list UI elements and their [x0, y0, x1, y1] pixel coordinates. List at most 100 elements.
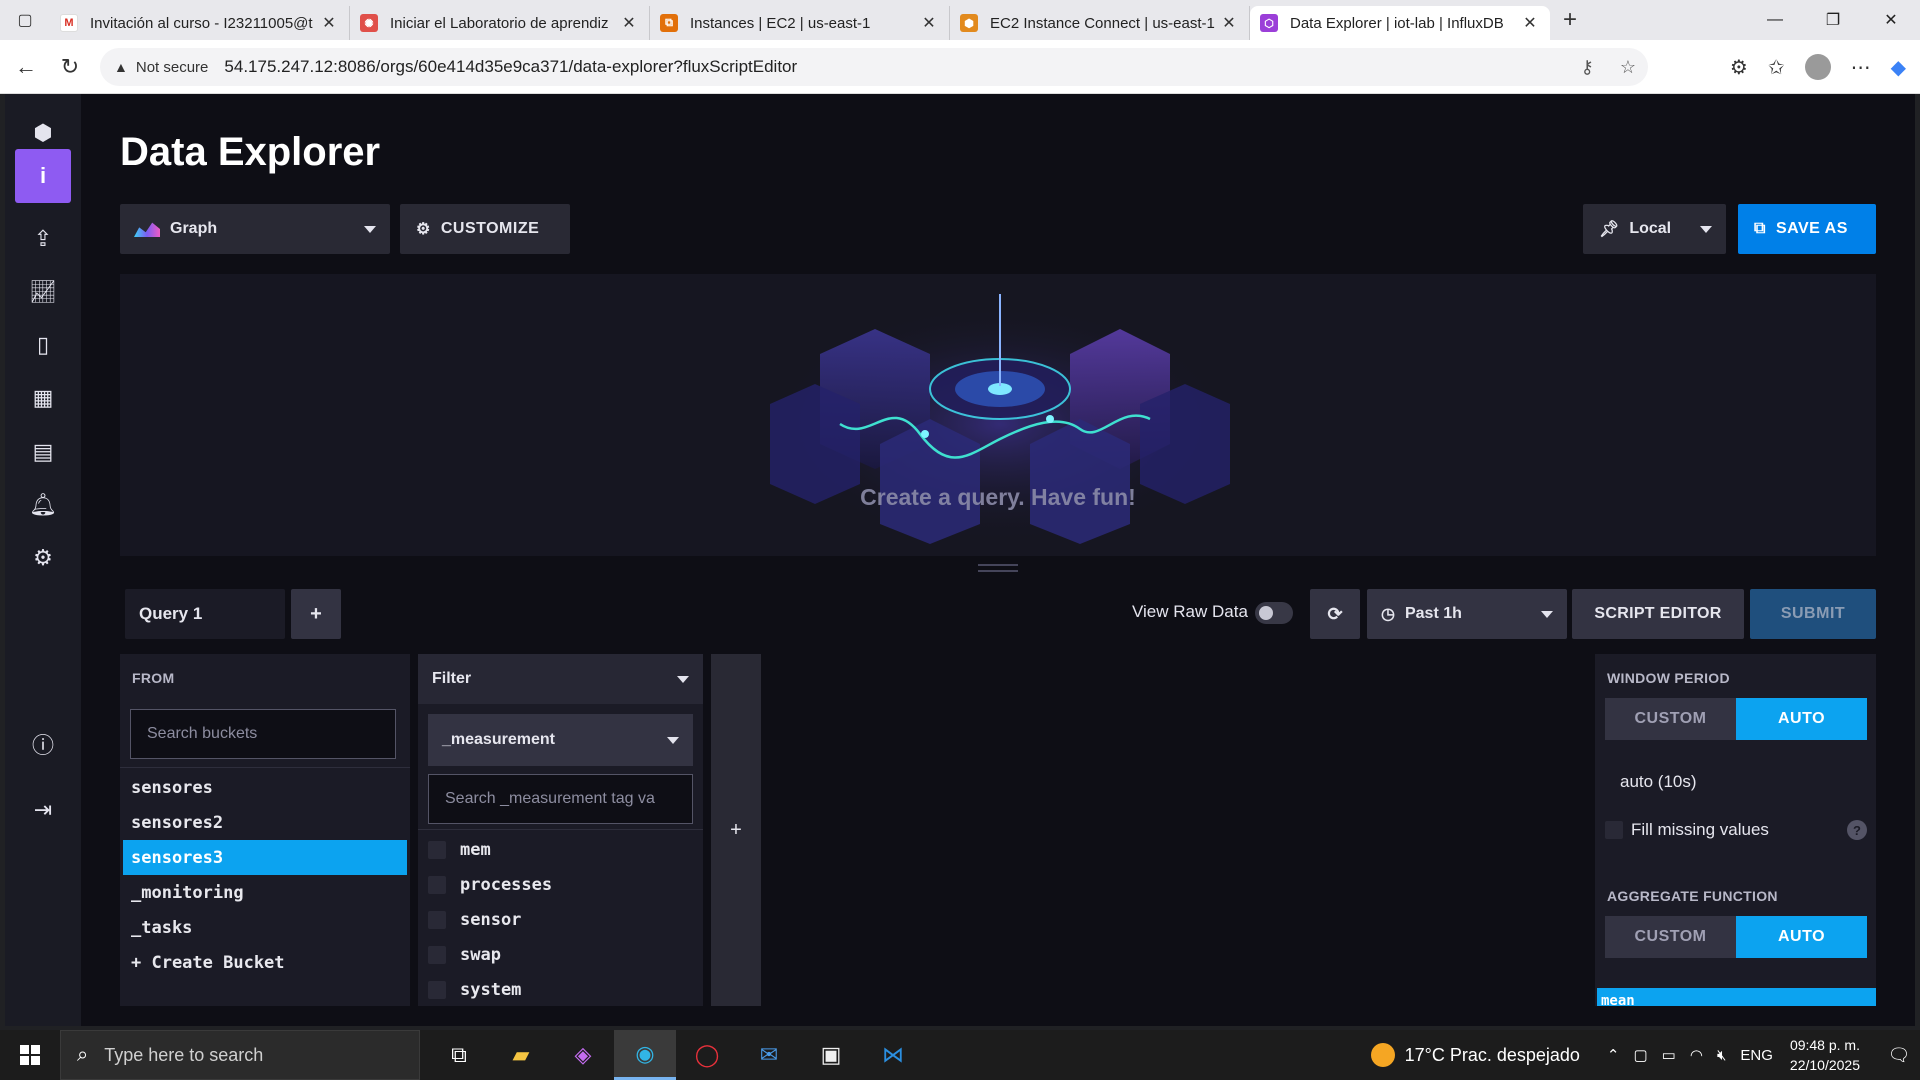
outlook-icon[interactable]: ✉: [738, 1030, 800, 1080]
close-tab-icon[interactable]: ✕: [619, 13, 639, 33]
bucket-item[interactable]: _tasks: [123, 910, 407, 945]
warning-icon[interactable]: ▲: [114, 59, 128, 75]
aggregate-function-item-selected[interactable]: mean: [1597, 988, 1876, 1006]
aggregate-custom-button[interactable]: CUSTOM: [1605, 916, 1736, 958]
browser-tab[interactable]: ⧉ Instances | EC2 | us-east-1 ✕: [650, 6, 950, 40]
checkbox[interactable]: [428, 910, 446, 929]
window-period-custom-button[interactable]: CUSTOM: [1605, 698, 1736, 740]
resize-drag-handle[interactable]: [978, 564, 1018, 572]
bucket-item-selected[interactable]: sensores3: [123, 840, 407, 875]
customize-button[interactable]: ⚙ CUSTOMIZE: [400, 204, 570, 254]
filter-label: Filter: [432, 670, 472, 687]
fill-missing-checkbox[interactable]: [1605, 821, 1623, 839]
aggregate-auto-button[interactable]: AUTO: [1736, 916, 1867, 958]
tasks-calendar-icon[interactable]: ▤: [15, 424, 71, 480]
bucket-item[interactable]: sensores: [123, 770, 407, 805]
bucket-item[interactable]: sensores2: [123, 805, 407, 840]
checkbox[interactable]: [428, 840, 446, 859]
language-indicator[interactable]: ENG: [1740, 1047, 1773, 1064]
tag-value-item[interactable]: system: [418, 972, 703, 1007]
add-filter-button[interactable]: +: [711, 654, 761, 1006]
profile-avatar[interactable]: [1804, 54, 1831, 80]
checkbox[interactable]: [428, 875, 446, 894]
save-as-button[interactable]: ⧉ SAVE AS: [1738, 204, 1876, 254]
maximize-icon[interactable]: ❐: [1804, 0, 1862, 40]
visualization-type-dropdown[interactable]: Graph: [120, 204, 390, 254]
close-tab-icon[interactable]: ✕: [1520, 13, 1540, 33]
url-bar[interactable]: ▲ Not secure 54.175.247.12:8086/orgs/60e…: [100, 48, 1648, 86]
address-bar-row: ← ↻ ▲ Not secure 54.175.247.12:8086/orgs…: [0, 40, 1920, 94]
checkbox[interactable]: [428, 980, 446, 999]
load-data-icon[interactable]: ⇪: [15, 211, 71, 267]
window-period-auto-button[interactable]: AUTO: [1736, 698, 1867, 740]
tag-key-dropdown[interactable]: _measurement: [428, 714, 693, 766]
bucket-item[interactable]: _monitoring: [123, 875, 407, 910]
url-text[interactable]: 54.175.247.12:8086/orgs/60e414d35e9ca371…: [224, 57, 797, 77]
more-menu-icon[interactable]: ⋯: [1851, 55, 1871, 80]
submit-button[interactable]: SUBMIT: [1750, 589, 1876, 639]
view-raw-data-toggle[interactable]: [1255, 602, 1293, 624]
close-tab-icon[interactable]: ✕: [919, 13, 939, 33]
browser-tab[interactable]: ⬢ EC2 Instance Connect | us-east-1 ✕: [950, 6, 1250, 40]
file-explorer-icon[interactable]: ▰: [490, 1030, 552, 1080]
help-question-icon[interactable]: ?: [1847, 820, 1867, 840]
search-buckets-input[interactable]: Search buckets: [130, 709, 396, 759]
create-bucket-link[interactable]: + Create Bucket: [123, 945, 407, 980]
browser-tab[interactable]: M Invitación al curso - I23211005@t ✕: [50, 6, 350, 40]
minimize-icon[interactable]: —: [1746, 0, 1804, 40]
wifi-icon[interactable]: ◠: [1690, 1046, 1703, 1064]
task-view-icon[interactable]: ⧉: [428, 1030, 490, 1080]
favorites-icon[interactable]: ✩: [1768, 55, 1785, 80]
search-tag-values-input[interactable]: Search _measurement tag va: [428, 774, 693, 824]
tag-value-item[interactable]: swap: [418, 937, 703, 972]
fill-missing-row[interactable]: Fill missing values ?: [1605, 818, 1867, 842]
clock[interactable]: 09:48 p. m. 22/10/2025: [1790, 1035, 1860, 1075]
settings-gear-icon[interactable]: ⚙: [15, 530, 71, 586]
volume-muted-icon[interactable]: 🔇︎: [1717, 1047, 1726, 1064]
notifications-icon[interactable]: 🗨︎: [1878, 1045, 1920, 1066]
tag-value-item[interactable]: sensor: [418, 902, 703, 937]
close-window-icon[interactable]: ✕: [1862, 0, 1920, 40]
close-tab-icon[interactable]: ✕: [1219, 13, 1239, 33]
start-button[interactable]: [0, 1030, 60, 1080]
script-editor-button[interactable]: SCRIPT EDITOR: [1572, 589, 1744, 639]
edge-browser-icon[interactable]: ◉: [614, 1030, 676, 1080]
tag-value-item[interactable]: processes: [418, 867, 703, 902]
timezone-dropdown[interactable]: 📌︎ Local: [1583, 204, 1726, 254]
taskbar-search-box[interactable]: ⌕ Type here to search: [60, 1030, 420, 1080]
add-query-button[interactable]: +: [291, 589, 341, 639]
copilot-icon[interactable]: ◆: [1891, 55, 1906, 80]
microsoft-store-icon[interactable]: ▣: [800, 1030, 862, 1080]
copilot-app-icon[interactable]: ◈: [552, 1030, 614, 1080]
security-label[interactable]: Not secure: [136, 59, 209, 76]
password-key-icon[interactable]: ⚷: [1581, 57, 1594, 78]
tab-actions-icon[interactable]: ▢: [0, 0, 50, 40]
close-tab-icon[interactable]: ✕: [319, 13, 339, 33]
favorite-star-icon[interactable]: ☆: [1620, 57, 1636, 78]
refresh-icon[interactable]: ⟳: [1310, 589, 1360, 639]
collapse-nav-icon[interactable]: ⇥: [15, 782, 71, 838]
help-icon[interactable]: ⓘ: [15, 716, 71, 772]
browser-tab[interactable]: ✺ Iniciar el Laboratorio de aprendiz ✕: [350, 6, 650, 40]
chevron-up-icon[interactable]: ⌃: [1607, 1046, 1620, 1064]
weather-widget[interactable]: 17°C Prac. despejado: [1370, 1043, 1580, 1067]
dashboards-icon[interactable]: ▦: [15, 370, 71, 426]
data-explorer-icon[interactable]: 📈︎: [15, 264, 71, 320]
filter-function-dropdown[interactable]: Filter: [418, 654, 703, 704]
meet-now-icon[interactable]: ▢: [1633, 1046, 1647, 1064]
query-tab[interactable]: Query 1: [125, 589, 285, 639]
browser-tab-active[interactable]: ⬡ Data Explorer | iot-lab | InfluxDB ✕: [1250, 6, 1550, 40]
alerts-bell-icon[interactable]: 🔔︎: [15, 477, 71, 533]
checkbox[interactable]: [428, 945, 446, 964]
reload-icon[interactable]: ↻: [48, 45, 92, 89]
back-icon[interactable]: ←: [4, 45, 48, 89]
new-tab-button[interactable]: +: [1550, 6, 1590, 34]
time-range-dropdown[interactable]: ◷ Past 1h: [1367, 589, 1567, 639]
battery-icon[interactable]: ▭: [1662, 1046, 1676, 1064]
opera-browser-icon[interactable]: ◯: [676, 1030, 738, 1080]
org-avatar-icon[interactable]: i: [15, 149, 71, 203]
tag-value-item[interactable]: mem: [418, 832, 703, 867]
extensions-icon[interactable]: ⚙: [1730, 55, 1748, 80]
vscode-icon[interactable]: ⋈: [862, 1030, 924, 1080]
notebooks-icon[interactable]: ▯: [15, 317, 71, 373]
